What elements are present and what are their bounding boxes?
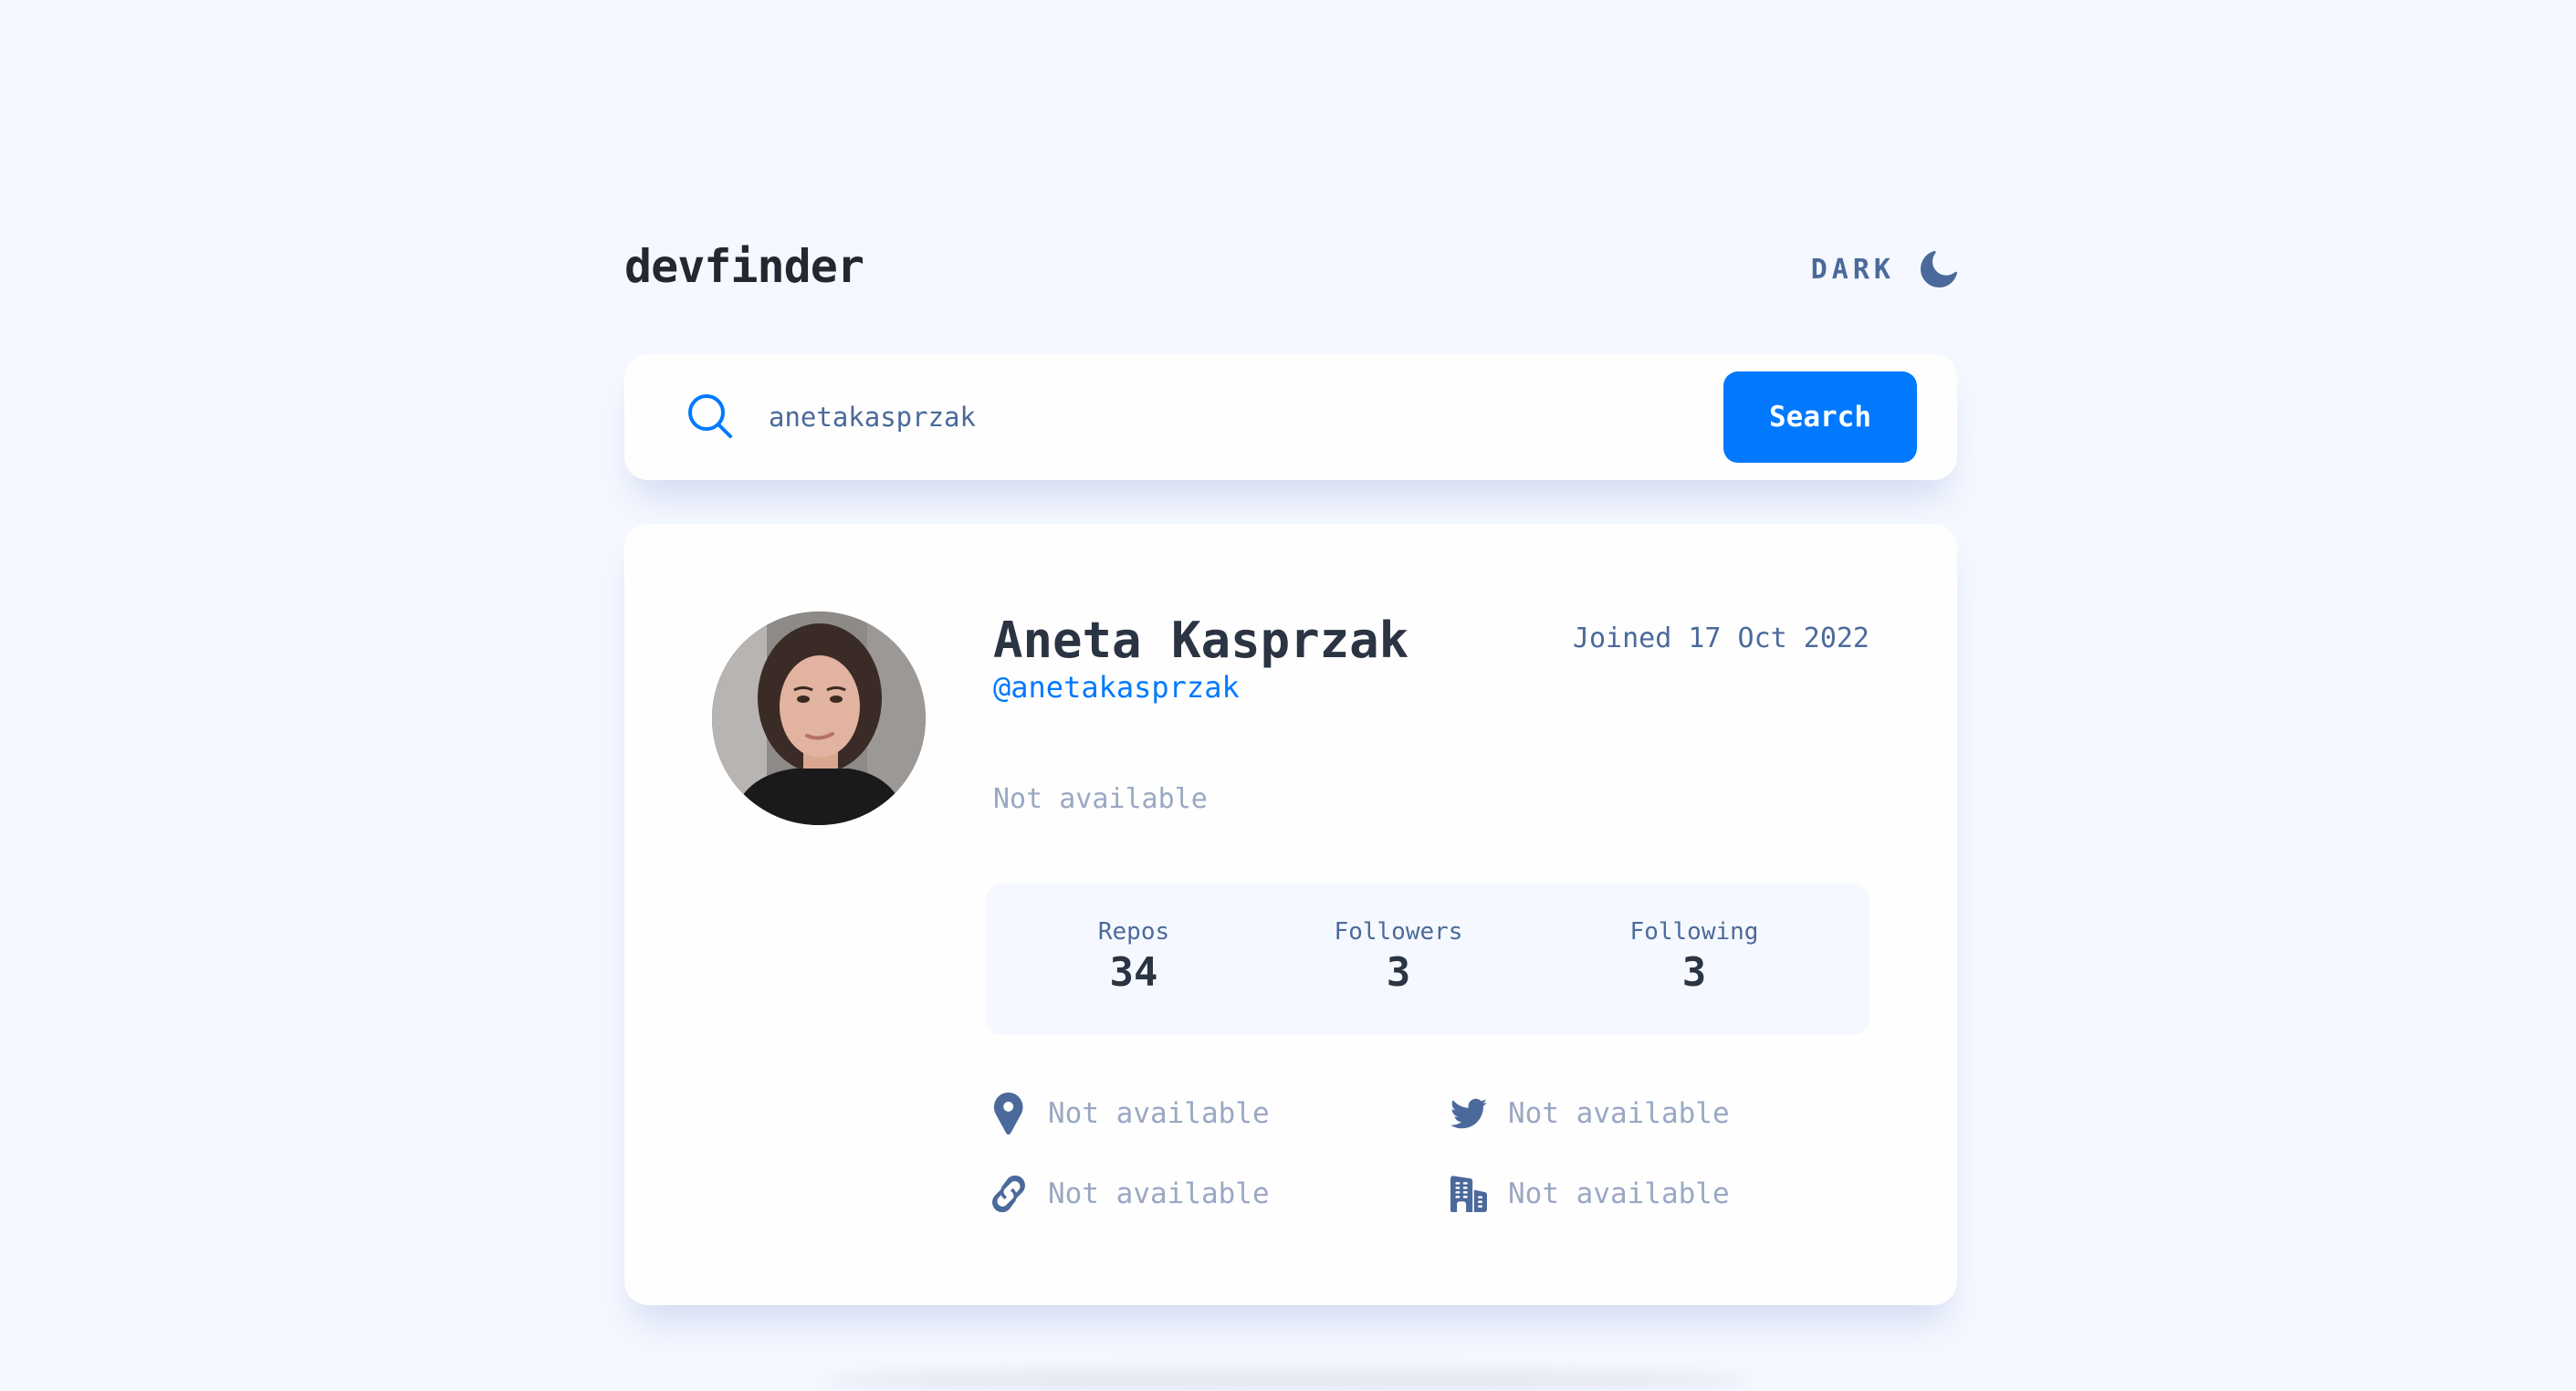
twitter-text: Not available xyxy=(1508,1097,1730,1130)
stat-value: 3 xyxy=(1386,949,1411,996)
website-text: Not available xyxy=(1048,1177,1270,1210)
profile-bio: Not available xyxy=(993,783,1208,815)
link-website[interactable]: Not available xyxy=(986,1168,1270,1219)
stat-label: Following xyxy=(1629,918,1759,946)
company-text: Not available xyxy=(1508,1177,1730,1210)
header: devfinder DARK xyxy=(624,233,1957,306)
profile-login-link[interactable]: @anetakasprzak xyxy=(993,670,1240,705)
location-text: Not available xyxy=(1048,1097,1270,1130)
app-logo: devfinder xyxy=(624,240,864,293)
theme-toggle-button[interactable]: DARK xyxy=(1811,242,1957,297)
moon-icon xyxy=(1921,251,1957,288)
link-twitter: Not available xyxy=(1446,1088,1730,1139)
profile-card: Aneta Kasprzak @anetakasprzak Joined 17 … xyxy=(624,524,1957,1305)
search-icon xyxy=(686,392,734,440)
search-bar: Search xyxy=(624,354,1957,480)
stat-followers: Followers 3 xyxy=(1335,918,1463,996)
link-location: Not available xyxy=(986,1088,1270,1139)
stat-label: Followers xyxy=(1334,918,1463,946)
search-input[interactable] xyxy=(769,391,1681,444)
stat-value: 34 xyxy=(1109,949,1158,996)
location-pin-icon xyxy=(986,1091,1031,1136)
theme-toggle-label: DARK xyxy=(1810,253,1895,286)
search-button[interactable]: Search xyxy=(1723,371,1917,463)
stat-label: Repos xyxy=(1097,918,1170,946)
building-icon xyxy=(1446,1171,1492,1217)
avatar xyxy=(712,612,926,825)
stat-repos: Repos 34 xyxy=(1098,918,1169,996)
stats-panel: Repos 34 Followers 3 Following 3 xyxy=(986,884,1869,1035)
twitter-icon xyxy=(1446,1091,1492,1136)
join-date: Joined 17 Oct 2022 xyxy=(1572,622,1869,654)
profile-name: Aneta Kasprzak xyxy=(993,612,1409,669)
stat-value: 3 xyxy=(1681,949,1707,996)
stat-following: Following 3 xyxy=(1630,918,1759,996)
link-icon xyxy=(986,1171,1031,1217)
next-card-shadow xyxy=(822,1369,1753,1391)
link-company: Not available xyxy=(1446,1168,1730,1219)
